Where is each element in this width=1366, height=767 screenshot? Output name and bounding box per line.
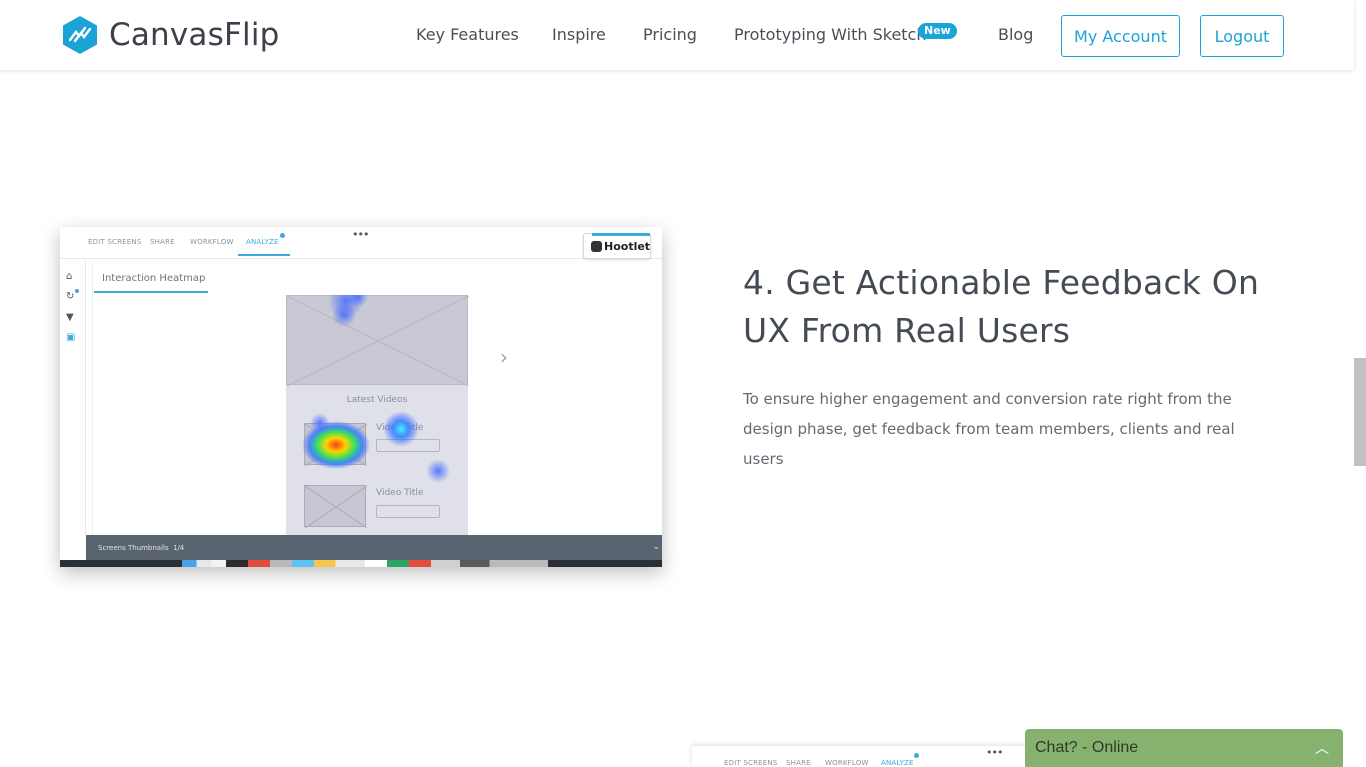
nav-pricing[interactable]: Pricing	[643, 25, 697, 44]
feature-screenshot: EDIT SCREENS SHARE WORKFLOW ANALYZE ••• …	[60, 227, 662, 567]
sidebar-notify-dot	[75, 289, 79, 293]
page-scrollbar-thumb[interactable]	[1354, 358, 1366, 466]
owl-icon	[591, 241, 602, 252]
hootlet-accent-bar	[592, 233, 650, 236]
chat-status-label: Chat? - Online	[1035, 739, 1139, 756]
more-icon: •••	[986, 746, 1003, 759]
interaction-heatmap-underline	[94, 291, 208, 293]
screenshot2-tab-share: SHARE	[786, 759, 811, 767]
logout-button[interactable]: Logout	[1200, 15, 1284, 57]
nav-inspire[interactable]: Inspire	[552, 25, 606, 44]
screenshot-sidebar: ⌂ ↻ ▼ ▣	[60, 260, 86, 535]
dock-app-icons	[182, 560, 548, 567]
feature-screenshot-2: EDIT SCREENS SHARE WORKFLOW ANALYZE •••	[692, 746, 1037, 767]
screenshot-bottom-spacer	[60, 535, 86, 563]
chevron-right-icon: ›	[500, 345, 508, 369]
brand-name: CanvasFlip	[109, 17, 280, 53]
feature-description: To ensure higher engagement and conversi…	[743, 390, 1235, 468]
canvasflip-logo-icon	[63, 16, 97, 54]
site-header: CanvasFlip Key Features Inspire Pricing …	[0, 0, 1354, 70]
screenshot-tab-edit-screens: EDIT SCREENS	[88, 238, 142, 246]
heatmap-overlay	[302, 295, 450, 483]
filter-icon: ▼	[66, 312, 74, 323]
phone-wireframe: Latest Videos Video Title Video Title	[286, 295, 470, 535]
screenshot-tab-indicator	[238, 254, 290, 256]
screenshot2-tab-analyze: ANALYZE	[881, 759, 914, 767]
screens-thumbnails-label: Screens Thumbnails	[98, 544, 169, 552]
image-icon: ▣	[66, 332, 76, 343]
nav-key-features[interactable]: Key Features	[416, 25, 519, 44]
new-badge: New	[918, 23, 957, 39]
brand-logo[interactable]: CanvasFlip	[61, 15, 280, 55]
home-icon: ⌂	[66, 271, 73, 282]
screenshot2-tab-workflow: WORKFLOW	[825, 759, 869, 767]
nav-blog[interactable]: Blog	[998, 25, 1033, 44]
hootlet-badge: Hootlet	[583, 233, 651, 259]
screenshot2-tab-edit-screens: EDIT SCREENS	[724, 759, 778, 767]
hootlet-label: Hootlet	[604, 240, 651, 253]
screenshot-toolbar: EDIT SCREENS SHARE WORKFLOW ANALYZE ••• …	[60, 227, 662, 259]
screenshot-tab-analyze: ANALYZE	[246, 238, 279, 246]
chevron-down-icon: ⌄	[652, 542, 660, 552]
refresh-icon: ↻	[66, 291, 75, 302]
nav-prototyping-with-sketch[interactable]: Prototyping With Sketch	[734, 25, 927, 44]
screenshot-tab-workflow: WORKFLOW	[190, 238, 234, 246]
screens-thumbnails-count: 1/4	[173, 544, 185, 552]
chat-widget[interactable]: Chat? - Online ︿	[1025, 729, 1343, 767]
screenshot-notify-dot	[280, 233, 285, 238]
screenshot-tab-share: SHARE	[150, 238, 175, 246]
chevron-up-icon[interactable]: ︿	[1315, 738, 1329, 758]
screenshot2-notify-dot	[914, 753, 919, 758]
interaction-heatmap-tab: Interaction Heatmap	[102, 273, 206, 284]
screens-thumbnails-bar: Screens Thumbnails 1/4 ⌄	[86, 535, 662, 563]
feature-title: 4. Get Actionable Feedback On UX From Re…	[743, 263, 1260, 350]
more-icon: •••	[352, 228, 369, 241]
my-account-button[interactable]: My Account	[1061, 15, 1180, 57]
